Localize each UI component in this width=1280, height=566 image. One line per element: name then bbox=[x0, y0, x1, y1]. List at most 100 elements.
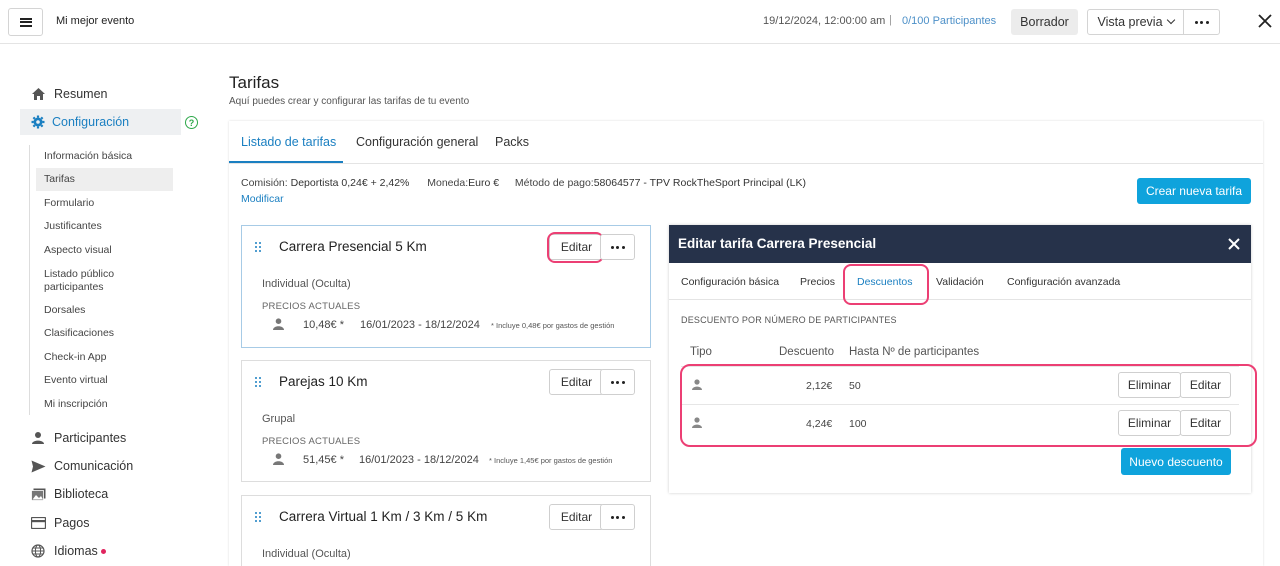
rate-more-button[interactable] bbox=[600, 234, 635, 260]
tab-general-config[interactable]: Configuración general bbox=[356, 135, 478, 149]
rate-title: Parejas 10 Km bbox=[279, 374, 368, 389]
create-rate-button[interactable]: Crear nueva tarifa bbox=[1137, 178, 1251, 204]
sidebar-item-languages[interactable]: Idiomas bbox=[30, 543, 106, 559]
fee-note: * Incluye 0,48€ por gastos de gestión bbox=[491, 321, 615, 330]
sidebar-item-label: Biblioteca bbox=[54, 487, 109, 501]
home-icon bbox=[30, 86, 46, 102]
subnav-rankings[interactable]: Clasificaciones bbox=[44, 327, 114, 340]
section-heading: DESCUENTO POR NÚMERO DE PARTICIPANTES bbox=[681, 315, 897, 325]
edit-rate-button[interactable]: Editar bbox=[549, 369, 604, 395]
ellipsis-icon bbox=[610, 245, 625, 249]
ellipsis-icon bbox=[1194, 20, 1209, 24]
tab-basic-config[interactable]: Configuración básica bbox=[681, 276, 779, 288]
edit-panel-title: Editar tarifa Carrera Presencial bbox=[678, 236, 877, 251]
participants-count-link[interactable]: 0/100 Participantes bbox=[902, 15, 996, 27]
close-icon[interactable] bbox=[1256, 12, 1274, 30]
rate-price: 10,48€ * bbox=[303, 319, 344, 331]
subnav-rates[interactable]: Tarifas bbox=[44, 173, 75, 186]
hamburger-icon bbox=[19, 17, 32, 27]
tab-packs[interactable]: Packs bbox=[495, 135, 529, 149]
page-subtitle: Aquí puedes crear y configurar las tarif… bbox=[229, 96, 470, 107]
close-icon[interactable] bbox=[1227, 237, 1241, 251]
column-header-type: Tipo bbox=[690, 346, 712, 358]
rate-more-button[interactable] bbox=[600, 504, 635, 530]
user-icon bbox=[273, 318, 284, 330]
tab-prices[interactable]: Precios bbox=[800, 276, 835, 288]
globe-icon bbox=[30, 543, 46, 559]
subnav-visual-aspect[interactable]: Aspecto visual bbox=[44, 244, 112, 257]
sidebar-item-participants[interactable]: Participantes bbox=[30, 430, 126, 446]
new-discount-button[interactable]: Nuevo descuento bbox=[1121, 448, 1231, 475]
highlight-annotation bbox=[547, 232, 604, 263]
sidebar-item-label: Resumen bbox=[54, 87, 108, 101]
tabs-divider bbox=[229, 163, 1263, 164]
rate-dates: 16/01/2023 - 18/12/2024 bbox=[360, 319, 480, 331]
subnav-public-list[interactable]: Listado público participantes bbox=[44, 268, 154, 294]
sidebar-item-library[interactable]: Biblioteca bbox=[30, 486, 108, 502]
rate-dates: 16/01/2023 - 18/12/2024 bbox=[359, 454, 479, 466]
edit-tabs-divider bbox=[669, 299, 1251, 300]
sidebar-item-label: Participantes bbox=[54, 431, 127, 445]
currency-value: Euro € bbox=[468, 177, 500, 189]
subnav-bibs[interactable]: Dorsales bbox=[44, 304, 85, 317]
rate-title: Carrera Presencial 5 Km bbox=[279, 239, 427, 254]
sidebar-item-label: Pagos bbox=[54, 516, 90, 530]
page-title: Tarifas bbox=[229, 73, 280, 92]
drag-handle-icon[interactable] bbox=[255, 242, 262, 253]
rate-type: Grupal bbox=[262, 413, 296, 425]
event-name: Mi mejor evento bbox=[56, 15, 135, 27]
rate-title: Carrera Virtual 1 Km / 3 Km / 5 Km bbox=[279, 509, 488, 524]
sidebar-item-configuration[interactable]: Configuración bbox=[20, 109, 181, 135]
current-prices-label: PRECIOS ACTUALES bbox=[262, 301, 361, 312]
tab-advanced-config[interactable]: Configuración avanzada bbox=[1007, 276, 1120, 288]
drag-handle-icon[interactable] bbox=[255, 377, 262, 388]
sidebar-item-label: Comunicación bbox=[54, 459, 134, 473]
fee-note: * Incluye 1,45€ por gastos de gestión bbox=[489, 456, 613, 465]
rate-more-button[interactable] bbox=[600, 369, 635, 395]
header-separator: | bbox=[889, 14, 892, 26]
tab-rates-list[interactable]: Listado de tarifas bbox=[241, 135, 336, 149]
current-prices-label: PRECIOS ACTUALES bbox=[262, 436, 361, 447]
user-icon bbox=[30, 430, 46, 446]
highlight-annotation bbox=[843, 264, 929, 305]
sidebar-item-label: Idiomas bbox=[54, 544, 98, 558]
status-badge: Borrador bbox=[1011, 9, 1078, 35]
preview-dropdown-button[interactable]: Vista previa bbox=[1087, 9, 1184, 35]
currency-label: Moneda: bbox=[427, 177, 469, 189]
drag-handle-icon[interactable] bbox=[255, 512, 262, 523]
edit-rate-button[interactable]: Editar bbox=[549, 504, 604, 530]
sidebar-item-payments[interactable]: Pagos bbox=[30, 515, 89, 531]
user-icon bbox=[273, 453, 284, 465]
column-header-limit: Hasta Nº de participantes bbox=[849, 346, 980, 358]
menu-button[interactable] bbox=[8, 8, 43, 36]
more-options-button[interactable] bbox=[1183, 9, 1220, 35]
preview-label: Vista previa bbox=[1097, 15, 1163, 29]
commission-value: Deportista 0,24€ + 2,42% bbox=[290, 177, 410, 189]
event-date: 19/12/2024, 12:00:00 am bbox=[763, 15, 886, 27]
rate-price: 51,45€ * bbox=[303, 454, 344, 466]
tab-validation[interactable]: Validación bbox=[936, 276, 984, 288]
help-icon[interactable]: ? bbox=[185, 116, 198, 129]
ellipsis-icon bbox=[610, 380, 625, 384]
payment-method-value: 58064577 - TPV RockTheSport Principal (L… bbox=[593, 177, 806, 189]
highlight-annotation bbox=[680, 364, 1257, 447]
subnav-virtual-event[interactable]: Evento virtual bbox=[44, 374, 108, 387]
subnav-form[interactable]: Formulario bbox=[44, 197, 94, 210]
subnav-receipts[interactable]: Justificantes bbox=[44, 220, 102, 233]
subnav-basic-info[interactable]: Información básica bbox=[44, 150, 132, 163]
modify-link[interactable]: Modificar bbox=[241, 193, 284, 205]
subnav-divider bbox=[29, 145, 30, 415]
sidebar-item-communication[interactable]: Comunicación bbox=[30, 458, 133, 474]
sidebar-item-summary[interactable]: Resumen bbox=[30, 86, 108, 102]
send-icon bbox=[30, 458, 46, 474]
subnav-checkin-app[interactable]: Check-in App bbox=[44, 351, 106, 364]
active-tab-indicator bbox=[229, 161, 343, 163]
payment-method-label: Método de pago: bbox=[514, 177, 594, 189]
gear-icon bbox=[30, 114, 46, 130]
ellipsis-icon bbox=[610, 515, 625, 519]
credit-card-icon bbox=[30, 515, 46, 531]
chevron-down-icon bbox=[1166, 15, 1175, 25]
rate-type: Individual (Oculta) bbox=[262, 548, 351, 560]
sidebar-item-label: Configuración bbox=[52, 115, 130, 129]
subnav-my-registration[interactable]: Mi inscripción bbox=[44, 398, 108, 411]
